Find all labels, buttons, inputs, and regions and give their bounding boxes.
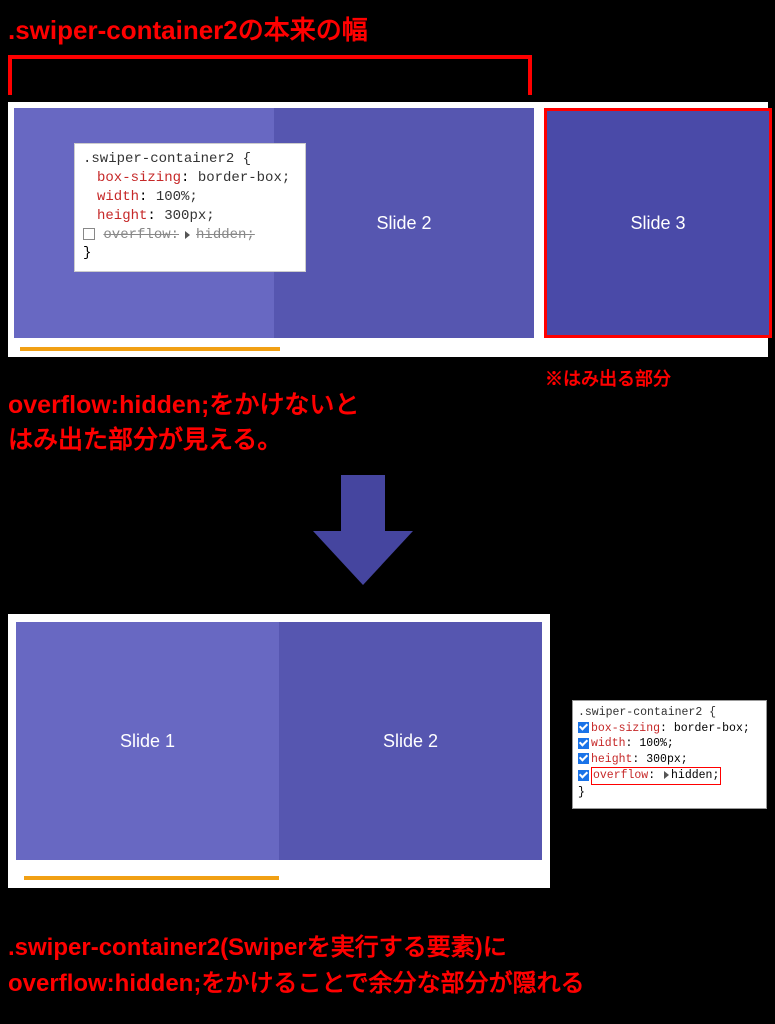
css-val-border-box: border-box; (198, 170, 290, 186)
swiper-bottom-track: Slide 1 Slide 2 (16, 622, 542, 860)
width-bracket (8, 55, 532, 95)
slide-2-label: Slide 2 (376, 213, 431, 234)
note-main-line2: はみ出た部分が見える。 (8, 423, 359, 458)
slide-3-label: Slide 3 (630, 213, 685, 234)
note-bottom-line1: .swiper-container2(Swiperを実行する要素)に (8, 930, 585, 966)
css-prop-box-sizing: box-sizing (97, 170, 181, 186)
css-val-width: 100%; (156, 189, 198, 205)
css-prop-height: height (97, 208, 147, 224)
css-close-brace-b: } (578, 785, 761, 801)
css-prop-width: width (97, 189, 139, 205)
css-prop-height-b: height (591, 753, 632, 766)
css-val-width-b: 100%; (639, 737, 674, 750)
css-val-height-b: 300px; (646, 753, 687, 766)
note-bottom-line2: overflow:hidden;をかけることで余分な部分が隠れる (8, 966, 585, 1002)
css-selector: .swiper-container2 { (83, 150, 297, 169)
css-close-brace: } (83, 244, 297, 263)
note-overflow-part: ※はみ出る部分 (545, 365, 671, 391)
css-toggle-checkbox-on-2[interactable] (578, 738, 589, 749)
css-toggle-checkbox-on-4[interactable] (578, 770, 589, 781)
slide-2[interactable]: Slide 2 (274, 108, 534, 338)
css-prop-width-b: width (591, 737, 626, 750)
slide-b2-label: Slide 2 (383, 731, 438, 752)
diagram-title: .swiper-container2の本来の幅 (8, 10, 368, 47)
note-main: overflow:hidden;をかけないと はみ出た部分が見える。 (8, 388, 359, 458)
expand-icon (185, 231, 190, 239)
css-selector-b: .swiper-container2 { (578, 705, 761, 721)
progress-bar-top (20, 347, 280, 351)
css-disabled-rule: overflow:hidden; (103, 226, 254, 245)
css-toggle-checkbox-on-3[interactable] (578, 753, 589, 764)
slide-b2[interactable]: Slide 2 (279, 622, 542, 860)
css-highlighted-rule: overflow: hidden; (591, 767, 721, 785)
arrow-down-icon (313, 475, 413, 587)
devtools-panel-bottom[interactable]: .swiper-container2 { box-sizing: border-… (572, 700, 767, 809)
note-bottom: .swiper-container2(Swiperを実行する要素)に overf… (8, 930, 585, 1002)
devtools-panel-top[interactable]: .swiper-container2 { box-sizing: border-… (74, 143, 306, 272)
css-prop-box-sizing-b: box-sizing (591, 722, 660, 735)
slide-3-overflow[interactable]: Slide 3 (544, 108, 772, 338)
css-val-height: 300px; (164, 208, 214, 224)
note-main-line1: overflow:hidden;をかけないと (8, 388, 359, 423)
swiper-bottom-container: Slide 1 Slide 2 (8, 614, 550, 888)
css-val-border-box-b: border-box; (674, 722, 750, 735)
slide-b1-label: Slide 1 (120, 731, 175, 752)
expand-icon-b (664, 771, 669, 779)
css-toggle-checkbox-on[interactable] (578, 722, 589, 733)
css-toggle-checkbox-off[interactable] (83, 228, 95, 240)
slide-b1[interactable]: Slide 1 (16, 622, 279, 860)
progress-bar-bottom (24, 876, 279, 880)
